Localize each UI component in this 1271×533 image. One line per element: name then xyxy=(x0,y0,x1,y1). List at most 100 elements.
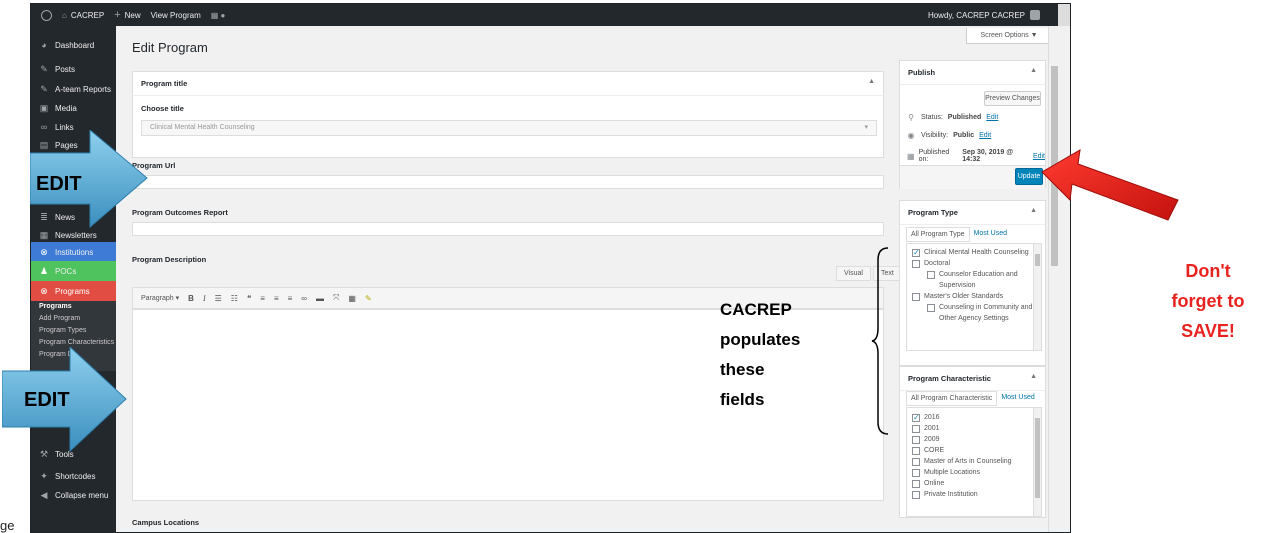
kitchen-sink-icon[interactable]: ▦ xyxy=(348,294,356,303)
checkbox[interactable] xyxy=(912,424,920,433)
program-characteristic-list: 2016 2001 2009 CORE Master of Arts in Co… xyxy=(906,407,1042,517)
calendar-icon: ▦ xyxy=(907,151,915,161)
screen-options-button[interactable]: Screen Options ▼ xyxy=(966,28,1052,44)
paragraph-format-select[interactable]: Paragraph ▾ xyxy=(141,294,179,302)
update-button[interactable]: Update xyxy=(1015,168,1043,185)
wordpress-logo-icon[interactable] xyxy=(41,9,52,21)
align-left-icon[interactable]: ≡ xyxy=(260,294,265,303)
collapse-toggle-icon[interactable]: ▲ xyxy=(868,78,875,85)
submenu-add-program[interactable]: Add Program xyxy=(31,313,116,325)
list-scrollbar[interactable] xyxy=(1033,244,1041,350)
align-right-icon[interactable]: ≡ xyxy=(288,294,293,303)
list-item[interactable]: Counselor Education and Supervision xyxy=(907,269,1041,291)
checkbox[interactable] xyxy=(912,292,920,301)
checkbox[interactable] xyxy=(912,412,920,423)
italic-icon[interactable]: I xyxy=(203,294,206,303)
shortcode-icon: ✦ xyxy=(40,471,48,481)
submenu-program-types[interactable]: Program Types xyxy=(31,325,116,337)
person-icon: ♟ xyxy=(39,266,49,276)
tab-visual[interactable]: Visual xyxy=(836,266,871,281)
checkbox[interactable] xyxy=(912,490,920,499)
brace-shape xyxy=(871,247,889,435)
list-item[interactable]: 2016 xyxy=(907,412,1041,423)
view-program-link[interactable]: View Program xyxy=(151,11,201,20)
eye-icon: ◉ xyxy=(907,131,915,140)
scrollbar-top xyxy=(1058,4,1070,26)
checkbox[interactable] xyxy=(912,259,920,268)
edit-visibility-link[interactable]: Edit xyxy=(979,132,991,139)
outcomes-report-input[interactable] xyxy=(132,222,884,236)
site-name-link[interactable]: ⌂ CACREP xyxy=(62,11,104,20)
list-item[interactable]: CORE xyxy=(907,445,1041,456)
dashboard-icon: ◕ xyxy=(41,40,47,50)
checkbox[interactable] xyxy=(912,247,920,258)
list-item[interactable]: Master's Older Standards xyxy=(907,291,1041,302)
list-item[interactable]: Private Institution xyxy=(907,489,1041,500)
align-center-icon[interactable]: ≡ xyxy=(274,294,279,303)
admin-bar: ⌂ CACREP + New View Program ▦ ● Howdy, CAC… xyxy=(31,4,1070,26)
plus-icon: + xyxy=(114,9,121,21)
sidebar-item-programs[interactable]: ⊗ Programs xyxy=(31,281,116,301)
sidebar-item-shortcodes[interactable]: ✦ Shortcodes xyxy=(31,466,116,486)
fullscreen-icon[interactable]: ⤧ xyxy=(333,293,339,303)
list-scrollbar[interactable] xyxy=(1033,408,1041,516)
list-item[interactable]: Master of Arts in Counseling xyxy=(907,456,1041,467)
checkbox[interactable] xyxy=(912,446,920,455)
checkbox[interactable] xyxy=(912,435,920,444)
link-icon[interactable]: ∞ xyxy=(301,294,307,303)
collapse-toggle-icon[interactable]: ▲ xyxy=(1030,67,1037,74)
tab-most-used[interactable]: Most Used xyxy=(997,391,1038,406)
collapse-toggle-icon[interactable]: ▲ xyxy=(1030,207,1037,214)
wordpress-admin-screenshot: ⌂ CACREP + New View Program ▦ ● Howdy, CAC… xyxy=(30,3,1071,533)
bold-icon[interactable]: B xyxy=(188,294,194,303)
list-item[interactable]: Online xyxy=(907,478,1041,489)
yoast-icon[interactable]: ▦ ● xyxy=(211,11,226,20)
highlighter-icon[interactable]: ✎ xyxy=(365,294,372,303)
list-item[interactable]: Doctoral xyxy=(907,258,1041,269)
checkbox[interactable] xyxy=(927,270,935,279)
program-type-list: Clinical Mental Health Counseling Doctor… xyxy=(906,243,1042,351)
numbered-list-icon[interactable]: ☷ xyxy=(231,294,238,303)
list-item[interactable]: Counseling in Community and Other Agency… xyxy=(907,302,1041,324)
list-item[interactable]: Multiple Locations xyxy=(907,467,1041,478)
home-icon: ⌂ xyxy=(62,10,67,20)
checkbox[interactable] xyxy=(912,479,920,488)
list-item[interactable]: Clinical Mental Health Counseling xyxy=(907,247,1041,258)
sidebar-item-pocs[interactable]: ♟ POCs xyxy=(31,261,116,281)
sidebar-item-ateam-reports[interactable]: ✎ A-team Reports xyxy=(31,79,116,99)
sidebar-item-dashboard[interactable]: ◕ Dashboard xyxy=(31,35,116,55)
edit-status-link[interactable]: Edit xyxy=(986,114,998,121)
program-url-input[interactable] xyxy=(132,175,884,189)
tab-all-program-characteristic[interactable]: All Program Characteristic xyxy=(906,391,998,406)
program-title-box: Program title ▲ Choose title Clinical Men… xyxy=(132,71,884,158)
sidebar-item-collapse[interactable]: ◀ Collapse menu xyxy=(31,485,116,505)
collapse-toggle-icon[interactable]: ▲ xyxy=(1030,373,1037,380)
sidebar-item-media[interactable]: ▣ Media xyxy=(31,98,116,118)
new-content-link[interactable]: + New xyxy=(114,9,140,21)
preview-changes-button[interactable]: Preview Changes xyxy=(984,91,1041,106)
tab-all-program-type[interactable]: All Program Type xyxy=(906,227,970,242)
campus-locations-label: Campus Locations xyxy=(132,518,200,527)
checkbox[interactable] xyxy=(912,457,920,466)
howdy-account-link[interactable]: Howdy, CACREP CACREP xyxy=(928,11,1025,20)
list-item[interactable]: 2001 xyxy=(907,423,1041,434)
choose-title-select[interactable]: Clinical Mental Health Counseling ▾ xyxy=(141,120,877,136)
published-on-line: ▦ Published on: Sep 30, 2019 @ 14:32 Edi… xyxy=(907,149,1045,163)
submenu-programs[interactable]: Programs xyxy=(31,301,116,313)
avatar[interactable] xyxy=(1030,10,1040,20)
list-item[interactable]: 2009 xyxy=(907,434,1041,445)
status-line: ⚲ Status: Published Edit xyxy=(906,113,998,122)
more-tag-icon[interactable]: ▬ xyxy=(316,294,324,303)
save-reminder-note: Don't forget to SAVE! xyxy=(1171,261,1245,341)
sidebar-item-institutions[interactable]: ⊗ Institutions xyxy=(31,242,116,262)
checkbox[interactable] xyxy=(912,468,920,477)
page-scrollbar[interactable] xyxy=(1048,26,1060,532)
edit-label-bottom: EDIT xyxy=(24,389,70,411)
sidebar-item-posts[interactable]: ✎ Posts xyxy=(31,59,116,79)
program-characteristic-tabs: All Program Characteristic Most Used xyxy=(906,391,1039,406)
checkbox[interactable] xyxy=(927,303,935,312)
blockquote-icon[interactable]: ❝ xyxy=(247,294,251,303)
tab-most-used[interactable]: Most Used xyxy=(970,227,1011,242)
bullet-list-icon[interactable]: ☰ xyxy=(215,294,222,303)
programs-icon: ⊗ xyxy=(40,286,48,296)
